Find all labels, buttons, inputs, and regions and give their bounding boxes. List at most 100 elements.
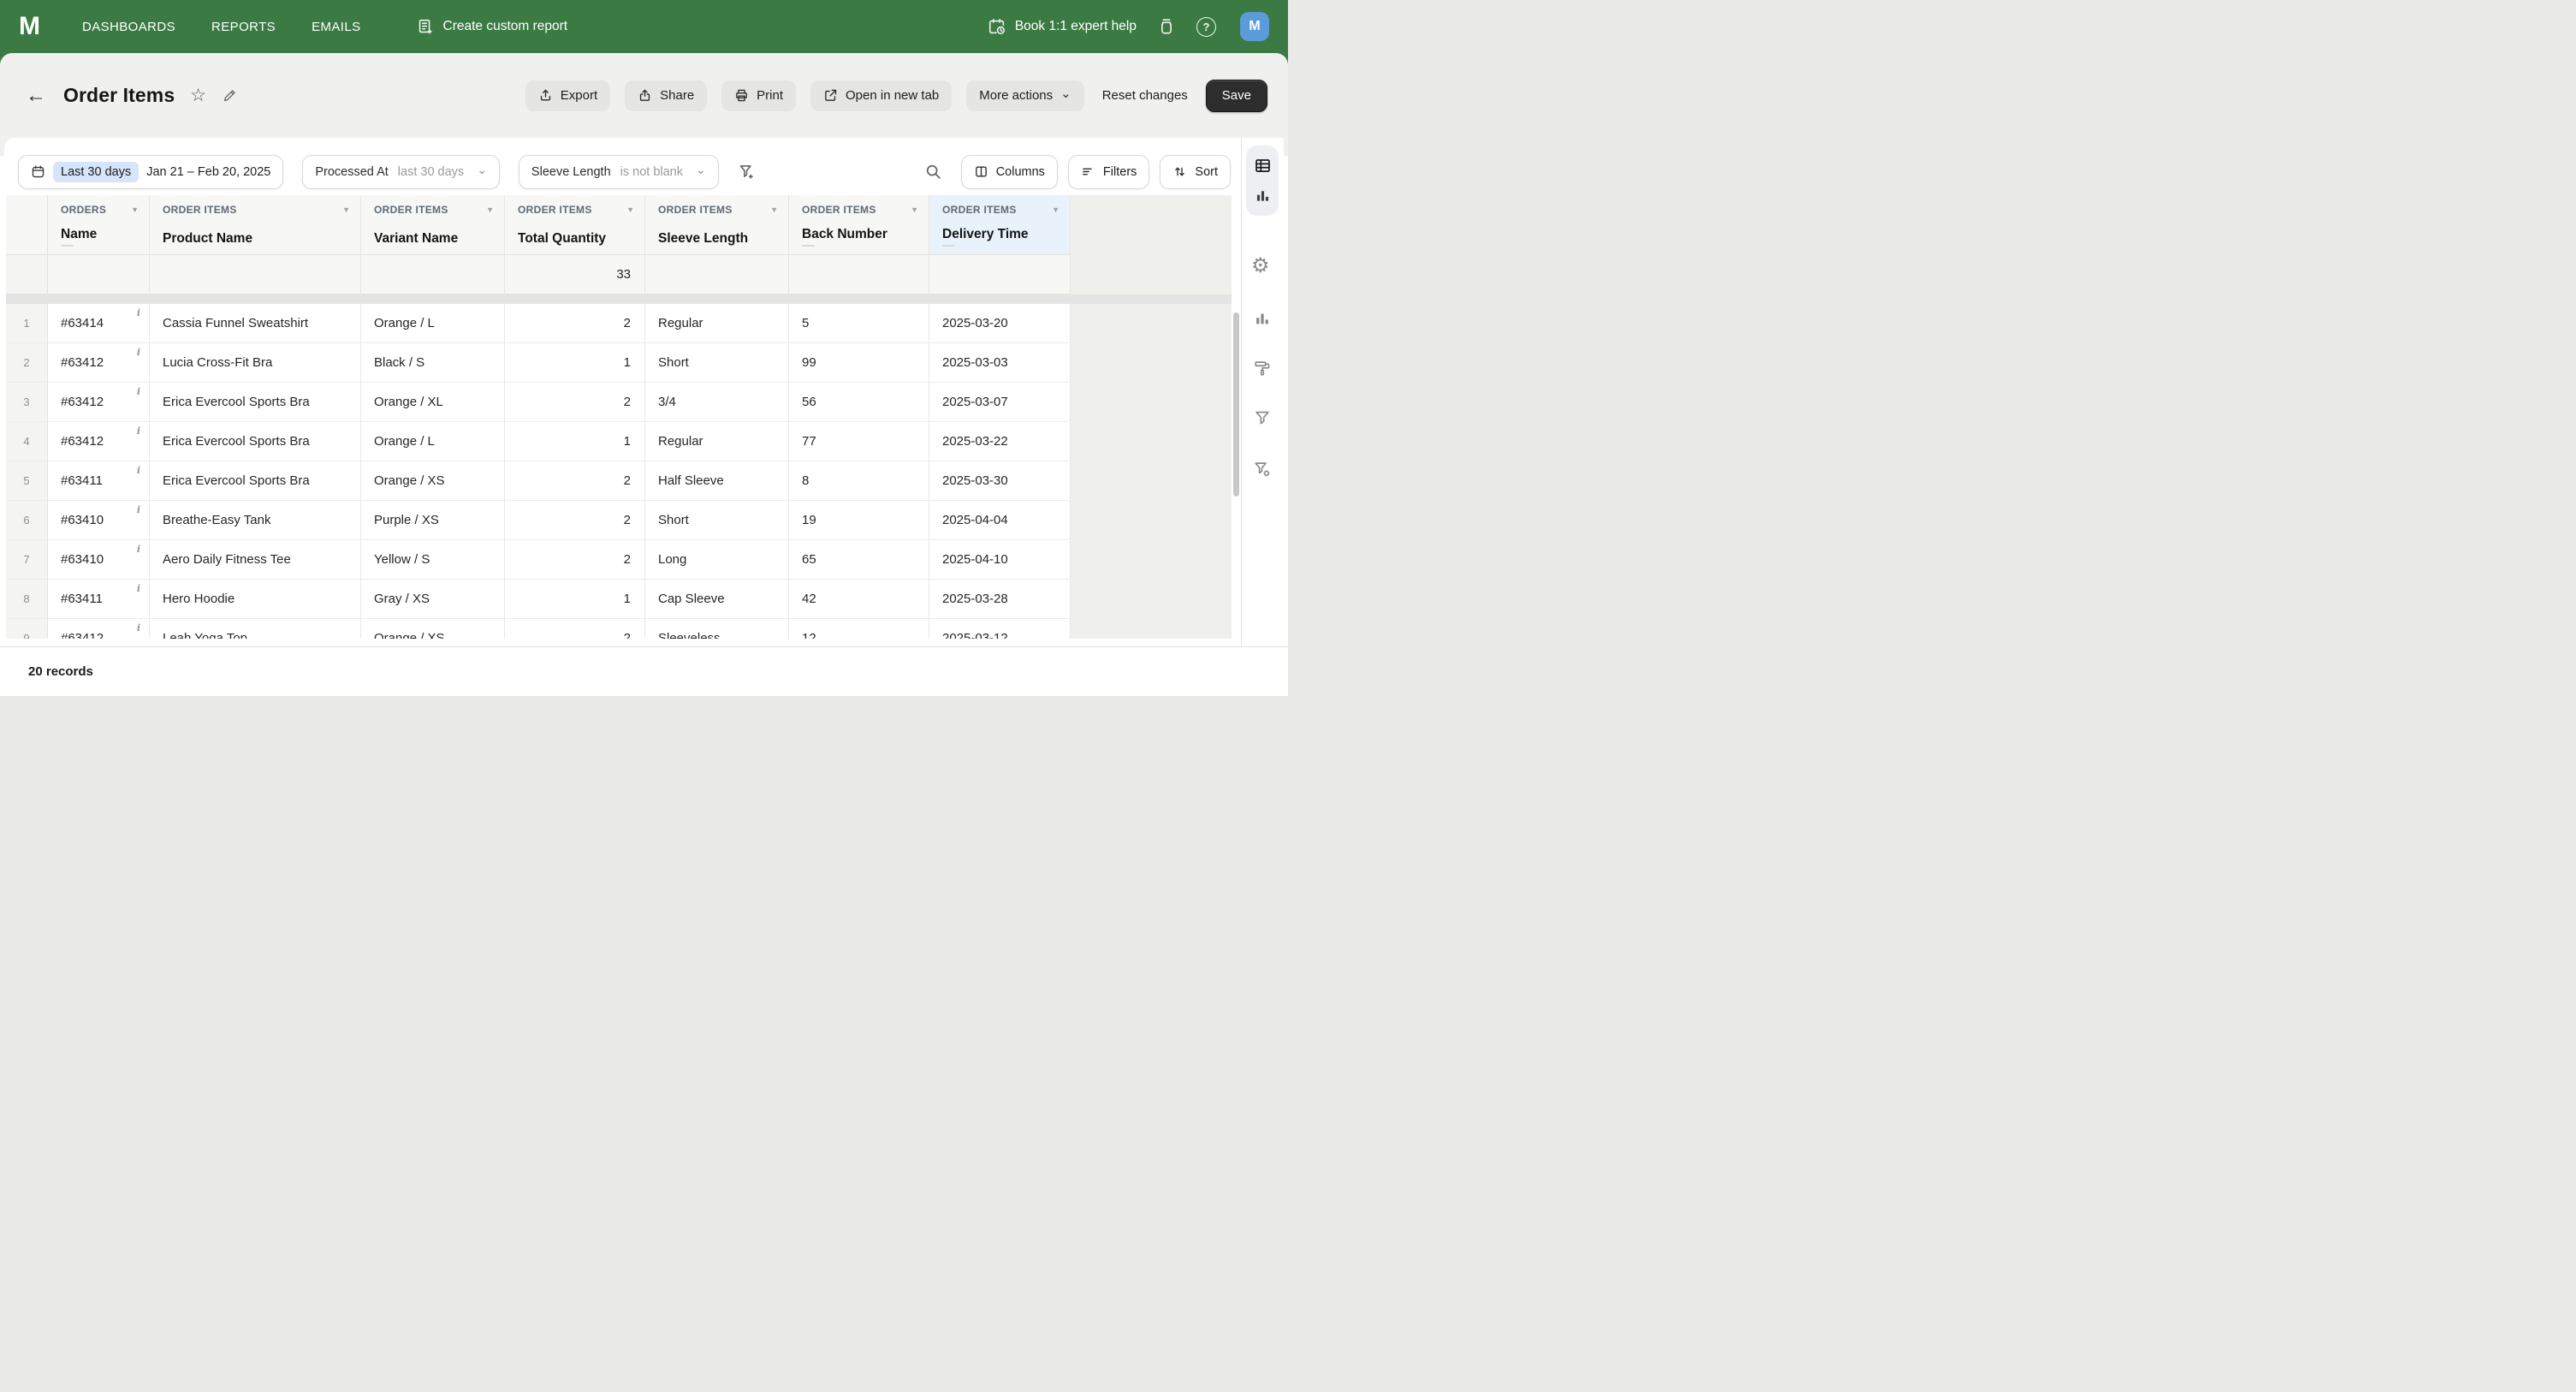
cell-value: #63412 — [61, 434, 104, 449]
cell-back-number: 77 — [789, 422, 929, 461]
summary-filler — [1071, 255, 1232, 294]
chart-panel-icon[interactable] — [1253, 309, 1272, 328]
column-title-sleeve-length[interactable]: Sleeve Length — [658, 231, 748, 247]
row-number: 5 — [6, 461, 48, 501]
nav-item-emails[interactable]: EMAILS — [312, 20, 360, 34]
export-button[interactable]: Export — [525, 80, 610, 111]
column-title-product-name[interactable]: Product Name — [163, 231, 252, 247]
info-icon[interactable]: i — [137, 387, 140, 396]
table-viewport: ORDERS▼NameORDER ITEMS▼Product NameORDER… — [6, 195, 1232, 639]
cell-value: 2025-04-10 — [942, 552, 1008, 567]
column-title-variant-name[interactable]: Variant Name — [374, 231, 458, 247]
row-filler — [1071, 422, 1232, 461]
cell-value: 2 — [624, 316, 631, 330]
column-title-back-number[interactable]: Back Number — [802, 227, 887, 247]
chart-view-icon[interactable] — [1254, 187, 1272, 205]
cell-name: #63412i — [48, 383, 150, 422]
nav-item-dashboards[interactable]: DASHBOARDS — [82, 20, 175, 34]
column-title-name[interactable]: Name — [61, 227, 97, 247]
info-icon[interactable]: i — [137, 623, 140, 633]
filter-toolbar: Last 30 days Jan 21 – Feb 20, 2025 Proce… — [4, 138, 1241, 195]
cell-value: Erica Evercool Sports Bra — [163, 473, 310, 488]
share-button[interactable]: Share — [625, 80, 707, 111]
cell-value: 1 — [624, 355, 631, 370]
jar-icon[interactable] — [1157, 17, 1176, 36]
columns-button[interactable]: Columns — [961, 155, 1058, 189]
more-actions-button[interactable]: More actions ⌄ — [966, 80, 1083, 111]
favorite-star-icon[interactable]: ☆ — [190, 86, 206, 104]
cell-value: #63410 — [61, 552, 104, 567]
view-toggle — [1246, 146, 1279, 216]
header-gutter — [6, 195, 48, 255]
cell-product-name: Lucia Cross-Fit Bra — [150, 343, 361, 383]
column-group-dropdown[interactable]: ORDERS▼ — [61, 204, 139, 216]
nav-item-reports[interactable]: REPORTS — [211, 20, 276, 34]
save-button[interactable]: Save — [1206, 80, 1267, 112]
title-bar: ← Order Items ☆ Export Share — [0, 53, 1288, 138]
sort-button[interactable]: Sort — [1160, 155, 1231, 189]
info-icon[interactable]: i — [137, 584, 140, 593]
filter-pill-processed-at[interactable]: Processed At last 30 days ⌄ — [302, 155, 500, 189]
column-title-delivery-time[interactable]: Delivery Time — [942, 227, 1029, 247]
cell-value: 3/4 — [658, 395, 676, 409]
cell-value: Erica Evercool Sports Bra — [163, 434, 310, 449]
add-filter-icon[interactable] — [738, 163, 756, 181]
brand-logo[interactable]: M — [19, 12, 39, 41]
info-icon[interactable]: i — [137, 308, 140, 318]
search-icon[interactable] — [924, 163, 942, 181]
print-button[interactable]: Print — [721, 80, 796, 111]
filter-settings-icon[interactable] — [1253, 460, 1272, 479]
column-group-dropdown[interactable]: ORDER ITEMS▼ — [658, 204, 778, 216]
create-custom-report-button[interactable]: Create custom report — [416, 17, 568, 36]
open-new-tab-button[interactable]: Open in new tab — [810, 80, 952, 111]
dropdown-triangle-icon: ▼ — [911, 205, 918, 214]
row-filler — [1071, 580, 1232, 619]
cell-variant-name: Orange / L — [361, 422, 505, 461]
edit-pencil-icon[interactable] — [222, 87, 238, 104]
book-expert-help-button[interactable]: Book 1:1 expert help — [988, 17, 1137, 36]
filter-panel-icon[interactable] — [1253, 408, 1272, 427]
info-icon[interactable]: i — [137, 466, 140, 475]
reset-changes-button[interactable]: Reset changes — [1099, 80, 1191, 111]
back-button[interactable]: ← — [26, 86, 46, 106]
cell-back-number: 19 — [789, 501, 929, 540]
cell-name: #63412i — [48, 619, 150, 639]
column-group-dropdown[interactable]: ORDER ITEMS▼ — [802, 204, 918, 216]
column-group-dropdown[interactable]: ORDER ITEMS▼ — [374, 204, 494, 216]
column-group-dropdown[interactable]: ORDER ITEMS▼ — [163, 204, 350, 216]
cell-variant-name: Orange / L — [361, 304, 505, 343]
column-header-product-name: ORDER ITEMS▼ Product Name — [150, 195, 361, 255]
column-group-dropdown[interactable]: ORDER ITEMS▼ — [518, 204, 634, 216]
info-icon[interactable]: i — [137, 544, 140, 554]
cell-value: 2025-03-20 — [942, 316, 1008, 330]
vertical-scrollbar[interactable] — [1233, 312, 1239, 497]
cell-value: Yellow / S — [374, 552, 430, 567]
cell-total-quantity: 2 — [505, 501, 645, 540]
cell-back-number: 56 — [789, 383, 929, 422]
cell-value: Sleeveless — [658, 631, 721, 639]
cell-value: 65 — [802, 552, 816, 567]
settings-gear-icon[interactable]: ⚙ — [1251, 256, 1270, 277]
paint-roller-icon[interactable] — [1253, 359, 1272, 378]
summary-cell-sleeve-length — [645, 255, 789, 294]
info-icon[interactable]: i — [137, 426, 140, 436]
date-preset-chip[interactable]: Last 30 days — [53, 162, 139, 182]
header-filler — [1071, 195, 1232, 255]
cell-delivery-time: 2025-04-04 — [929, 501, 1071, 540]
column-group-dropdown[interactable]: ORDER ITEMS▼ — [942, 204, 1059, 216]
filters-button[interactable]: Filters — [1068, 155, 1149, 189]
row-number: 4 — [6, 422, 48, 461]
info-icon[interactable]: i — [137, 505, 140, 515]
table-view-icon[interactable] — [1254, 157, 1272, 175]
avatar[interactable]: M — [1240, 12, 1269, 41]
cell-total-quantity: 2 — [505, 304, 645, 343]
info-icon[interactable]: i — [137, 348, 140, 357]
filter-pill-sleeve-length[interactable]: Sleeve Length is not blank ⌄ — [519, 155, 719, 189]
column-title-total-quantity[interactable]: Total Quantity — [518, 231, 606, 247]
export-icon — [538, 88, 553, 103]
date-range-picker[interactable]: Last 30 days Jan 21 – Feb 20, 2025 — [18, 155, 283, 189]
help-icon[interactable]: ? — [1196, 17, 1216, 37]
cell-sleeve-length: Cap Sleeve — [645, 580, 789, 619]
cell-product-name: Aero Daily Fitness Tee — [150, 540, 361, 580]
cell-sleeve-length: Regular — [645, 422, 789, 461]
